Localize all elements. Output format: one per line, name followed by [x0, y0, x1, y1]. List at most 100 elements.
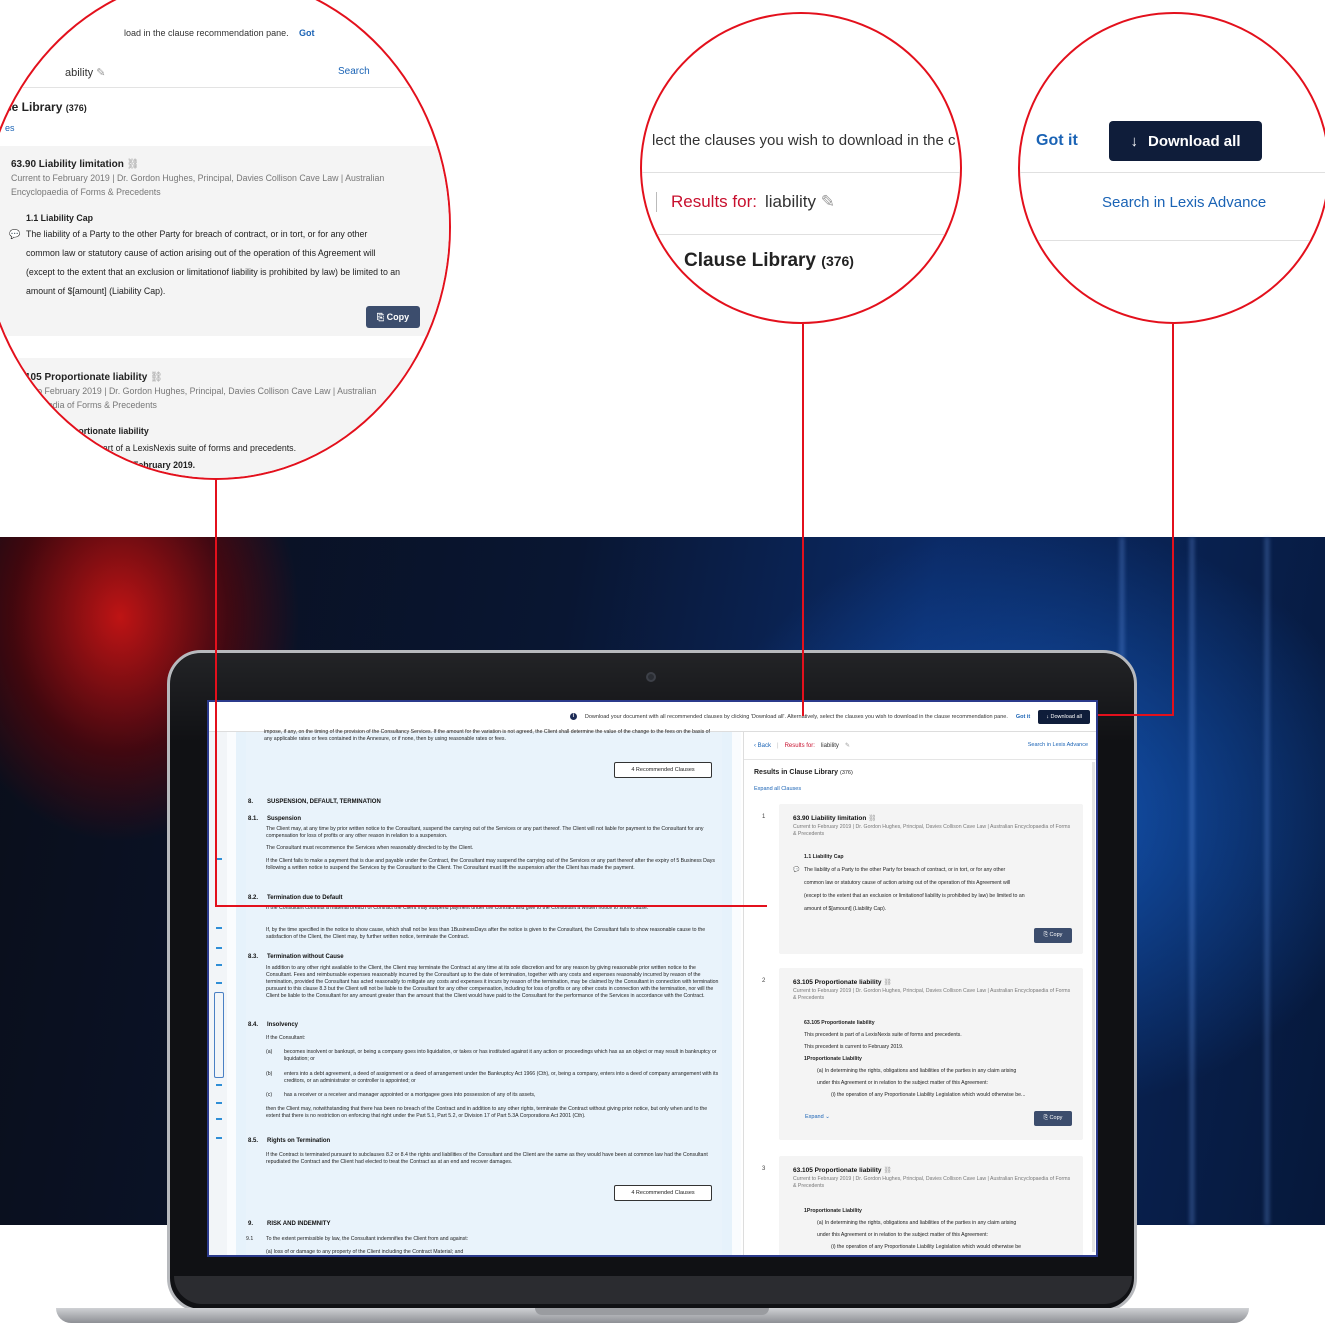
expand-label: Expand: [805, 1114, 824, 1120]
zoom-library-count: (376): [821, 253, 854, 269]
results-title: Results in Clause Library (376): [754, 769, 853, 776]
zoom-card-title: 63.90 Liability limitation ⛓: [11, 159, 139, 170]
expand-link[interactable]: Expand ⌄: [805, 1114, 830, 1120]
app-screen: i Download your document with all recomm…: [207, 700, 1098, 1257]
zoom-notice-fragment: lect the clauses you wish to download in…: [652, 132, 956, 149]
link-icon: ⛓: [868, 815, 877, 822]
webcam-icon: [646, 672, 656, 682]
zoom-card-meta: nt to February 2019 | Dr. Gordon Hughes,…: [25, 386, 377, 396]
link-icon: ⛓: [883, 1167, 892, 1174]
expand-all-link[interactable]: Expand all Clauses: [754, 786, 801, 792]
clause-meta: Current to February 2019 | Dr. Gordon Hu…: [793, 824, 1071, 838]
minimap-marker[interactable]: [216, 1137, 222, 1139]
copy-button[interactable]: ⎘ Copy: [1034, 928, 1072, 943]
back-link[interactable]: ‹ Back: [754, 743, 771, 749]
link-icon: ⛓: [150, 372, 163, 383]
zoom-card-meta: aedia of Forms & Precedents: [43, 400, 157, 410]
subsection-number: 8.5.: [248, 1138, 259, 1144]
clause-meta: Current to February 2019 | Dr. Gordon Hu…: [793, 1176, 1071, 1190]
section-heading: SUSPENSION, DEFAULT, TERMINATION: [267, 799, 381, 805]
result-number: 3: [762, 1166, 766, 1172]
minimap-marker[interactable]: [216, 927, 222, 929]
minimap-marker[interactable]: [216, 982, 222, 984]
minimap-marker[interactable]: [216, 1084, 222, 1086]
clause-title[interactable]: 63.90 Liability limitation ⛓: [793, 814, 876, 822]
zoom-results-for: Results for:: [671, 192, 757, 211]
document-pane[interactable]: impose, if any, on the timing of the pro…: [209, 729, 741, 1255]
notice-text: Download your document with all recommen…: [584, 713, 1008, 720]
minimap-marker[interactable]: [216, 964, 222, 966]
zoom-card-line: February 2019.: [133, 460, 196, 470]
download-all-label: Download all: [1050, 713, 1083, 720]
clause-card[interactable]: 63.105 Proportionate liability ⛓ Current…: [779, 968, 1083, 1140]
back-label: Back: [757, 742, 772, 749]
divider: [0, 87, 449, 88]
info-icon: i: [569, 713, 577, 720]
chevron-down-icon: ⌄: [825, 1114, 830, 1120]
document-minimap[interactable]: [209, 732, 227, 1255]
search-lexis-advance-link[interactable]: Search in Lexis Advance: [1028, 742, 1088, 748]
download-all-button[interactable]: ↓ Download all: [1038, 709, 1090, 724]
clause-line: (a) In determining the rights, obligatio…: [817, 1220, 1017, 1226]
light-streak: [1265, 537, 1269, 1225]
zoom-library-title: Clause Library (376): [684, 250, 854, 272]
clause-subtitle: 63.105 Proportionate liability: [804, 1020, 875, 1026]
callout-connector: [215, 478, 217, 906]
clause-line: under this Agreement or in relation to t…: [817, 1232, 988, 1238]
divider: [1020, 172, 1325, 173]
clause-title-text: 63.105 Proportionate liability: [793, 1167, 882, 1174]
comment-icon[interactable]: 💬: [793, 867, 799, 874]
toolbar-separator: [656, 192, 657, 212]
section-number: 9.: [248, 1221, 254, 1227]
clause-card[interactable]: 63.90 Liability limitation ⛓ Current to …: [779, 804, 1083, 954]
zoom-query-text: ability: [65, 67, 94, 79]
subsection-number: 8.4.: [248, 1022, 259, 1028]
zoom-card-line: part of a LexisNexis suite of forms and …: [98, 443, 297, 453]
marketing-composite: i Download your document with all recomm…: [0, 0, 1325, 1323]
results-title-text: Results in Clause Library: [754, 769, 839, 776]
callout-connector: [802, 324, 804, 716]
subsection-number: 8.3.: [248, 954, 259, 960]
clause-line: This precedent is current to February 20…: [804, 1044, 904, 1050]
pane-scrollbar[interactable]: [1092, 762, 1095, 1252]
clause-meta: Current to February 2019 | Dr. Gordon Hu…: [793, 988, 1071, 1002]
section-number: 8.: [248, 799, 254, 805]
zoom-callout-clause-card: load in the clause recommendation pane. …: [0, 0, 451, 480]
got-it-button[interactable]: Got it: [1016, 714, 1030, 720]
minimap-viewport[interactable]: [214, 992, 224, 1078]
callout-connector: [1172, 324, 1174, 716]
toolbar-separator: |: [777, 742, 779, 749]
minimap-marker[interactable]: [216, 947, 222, 949]
result-number: 2: [762, 978, 766, 984]
zoom-download-all-label: Download all: [1147, 132, 1241, 150]
zoom-library-title: se Library (376): [5, 100, 87, 114]
recommended-clauses-button[interactable]: 4 Recommended Clauses: [614, 762, 712, 778]
result-number: 1: [762, 814, 766, 820]
zoom-card-meta: Encyclopaedia of Forms & Precedents: [11, 187, 161, 197]
clause-line: amount of $[amount] (Liability Cap).: [804, 906, 887, 912]
zoom-query-text: liability: [765, 192, 817, 211]
recommended-clauses-button[interactable]: 4 Recommended Clauses: [614, 1185, 712, 1201]
clause-line: under this Agreement or in relation to t…: [817, 1080, 988, 1086]
zoom-got-it: Got it: [1036, 132, 1078, 149]
clause-subtitle: 1.1 Liability Cap: [804, 854, 844, 860]
doc-paragraph: has a receiver or a receiver and manager…: [284, 1092, 536, 1098]
minimap-marker[interactable]: [216, 1118, 222, 1120]
minimap-marker[interactable]: [216, 1102, 222, 1104]
copy-button[interactable]: ⎘ Copy: [1034, 1111, 1072, 1126]
clause-title[interactable]: 63.105 Proportionate liability ⛓: [793, 978, 892, 986]
clause-title-text: 63.90 Liability limitation: [793, 815, 867, 822]
doc-paragraph: (a) loss of or damage to any property of…: [266, 1249, 464, 1255]
edit-pencil-icon[interactable]: ✎: [845, 742, 850, 749]
zoom-card-line: amount of $[amount] (Liability Cap).: [26, 286, 166, 296]
doc-paragraph: The Client may, at any time by prior wri…: [266, 826, 704, 840]
clause-title[interactable]: 63.105 Proportionate liability ⛓: [793, 1166, 892, 1174]
clause-line: (i) the operation of any Proportionate L…: [831, 1092, 1026, 1098]
search-query[interactable]: liability: [821, 743, 839, 749]
clause-card[interactable]: 63.105 Proportionate liability ⛓ Current…: [779, 1156, 1083, 1255]
zoom-copy-label: Copy: [386, 312, 410, 322]
doc-paragraph: becomes insolvent or bankrupt, or being …: [284, 1049, 717, 1063]
list-label: (a): [266, 1049, 273, 1055]
subsection-heading: Suspension: [267, 816, 302, 822]
clause-title-text: 63.105 Proportionate liability: [793, 979, 882, 986]
